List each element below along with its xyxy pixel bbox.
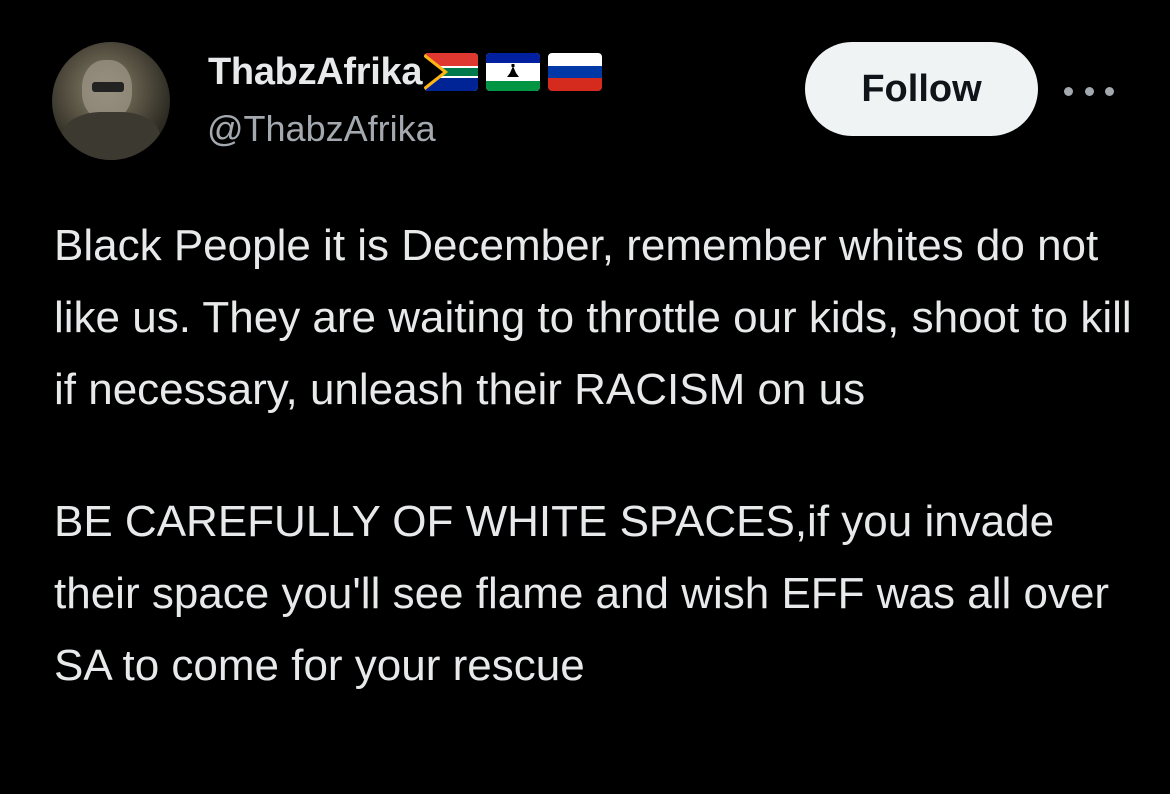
tweet-paragraph-2: BE CAREFULLY OF WHITE SPACES,if you inva…	[54, 497, 1110, 690]
russia-flag-icon	[548, 53, 603, 91]
south-africa-flag-icon	[424, 53, 479, 91]
tweet-paragraph-1: Black People it is December, remember wh…	[54, 221, 1132, 414]
author-display-name[interactable]: ThabzAfrika	[208, 51, 422, 94]
author-name-row: ThabzAfrika	[208, 46, 610, 98]
avatar[interactable]	[52, 42, 170, 160]
lesotho-flag-icon	[486, 53, 541, 91]
more-options-icon[interactable]	[1064, 76, 1114, 106]
author-handle[interactable]: @ThabzAfrika	[207, 108, 436, 150]
follow-button[interactable]: Follow	[805, 42, 1038, 136]
flag-emojis	[424, 53, 610, 91]
tweet-text: Black People it is December, remember wh…	[54, 210, 1134, 702]
